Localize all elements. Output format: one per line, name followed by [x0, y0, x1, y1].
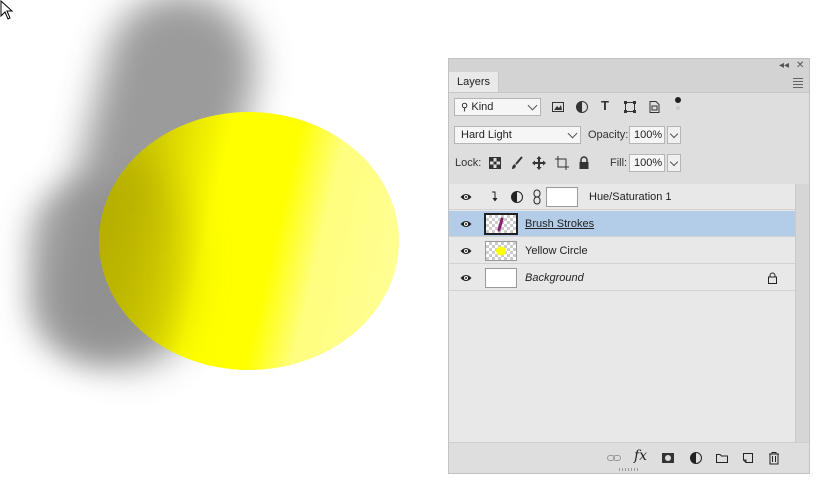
- panel-resize-grip[interactable]: [619, 468, 639, 471]
- panel-title-strip: ◂◂ ✕: [449, 59, 809, 72]
- yellow-circle-shape: [99, 112, 399, 370]
- opacity-dropdown-button[interactable]: [667, 126, 681, 144]
- lock-artboard-icon[interactable]: [555, 156, 569, 170]
- delete-layer-trash-icon[interactable]: [767, 451, 781, 465]
- layer-thumbnail[interactable]: [484, 213, 518, 235]
- fill-dropdown-button[interactable]: [667, 154, 681, 172]
- add-layer-mask-icon[interactable]: [661, 451, 675, 465]
- type-layer-filter-icon[interactable]: T: [601, 97, 609, 115]
- new-adjustment-layer-icon[interactable]: [689, 451, 703, 465]
- lock-image-pixels-icon[interactable]: [510, 156, 524, 170]
- visibility-eye-icon[interactable]: [460, 273, 472, 283]
- layer-name[interactable]: Brush Strokes: [525, 211, 594, 237]
- pixel-layer-filter-icon[interactable]: [551, 100, 565, 114]
- brush-stroke-thumbnail-icon: [497, 217, 504, 232]
- visibility-eye-icon[interactable]: [460, 246, 472, 256]
- panel-menu-icon[interactable]: [793, 76, 803, 90]
- visibility-eye-icon[interactable]: [460, 219, 472, 229]
- layers-panel: ◂◂ ✕ Layers ⚲ Kind T Hard Light Opacity:: [448, 58, 810, 474]
- layer-name[interactable]: Background: [525, 265, 584, 291]
- layers-list: Hue/Saturation 1 Brush Strokes Yellow Ci…: [449, 184, 795, 446]
- layer-name[interactable]: Yellow Circle: [525, 238, 588, 264]
- collapse-panel-icon[interactable]: ◂◂: [779, 60, 789, 71]
- lock-row: Lock: Fill: 100%: [449, 152, 809, 178]
- cursor-arrow-icon: [0, 0, 14, 20]
- layer-mask-thumbnail[interactable]: [546, 187, 578, 207]
- layer-row-yellow-circle[interactable]: Yellow Circle: [449, 238, 795, 264]
- shape-layer-filter-icon[interactable]: [623, 100, 637, 114]
- lock-position-icon[interactable]: [532, 156, 546, 170]
- layer-thumbnail[interactable]: [485, 268, 517, 288]
- search-icon: ⚲: [461, 102, 469, 113]
- document-canvas[interactable]: [0, 0, 448, 487]
- layers-scrollbar[interactable]: [795, 184, 809, 446]
- layer-style-fx-icon[interactable]: fx: [634, 448, 647, 464]
- link-layers-icon[interactable]: [607, 451, 621, 465]
- lock-all-icon[interactable]: [577, 156, 591, 170]
- fill-input[interactable]: 100%: [629, 154, 665, 172]
- new-layer-icon[interactable]: [741, 451, 755, 465]
- layers-bottom-toolbar: fx: [449, 442, 809, 473]
- layer-thumbnail[interactable]: [485, 241, 517, 261]
- lock-transparent-pixels-icon[interactable]: [488, 156, 502, 170]
- close-panel-icon[interactable]: ✕: [796, 60, 804, 71]
- new-group-folder-icon[interactable]: [715, 451, 729, 465]
- yellow-circle-thumbnail-icon: [496, 246, 506, 256]
- layer-row-background[interactable]: Background: [449, 265, 795, 291]
- layer-name[interactable]: Hue/Saturation 1: [589, 184, 672, 210]
- adjustment-layer-filter-icon[interactable]: [575, 100, 589, 114]
- layer-row-brush-strokes[interactable]: Brush Strokes: [449, 211, 795, 237]
- adjustment-layer-icon: [511, 191, 523, 203]
- smart-object-filter-icon[interactable]: [647, 100, 661, 114]
- layer-row-hue-saturation[interactable]: Hue/Saturation 1: [449, 184, 795, 210]
- filter-row: ⚲ Kind T: [449, 96, 809, 122]
- layer-locked-icon: [768, 272, 777, 284]
- blend-mode-select[interactable]: Hard Light: [454, 126, 581, 144]
- fill-label: Fill:: [610, 157, 628, 169]
- layer-mask-link-icon[interactable]: [533, 189, 541, 205]
- blend-row: Hard Light Opacity: 100%: [449, 124, 809, 150]
- lock-label: Lock:: [455, 157, 482, 169]
- panel-tab-row: Layers: [449, 72, 809, 93]
- blend-mode-label: Hard Light: [461, 129, 512, 141]
- filter-kind-label: Kind: [471, 101, 494, 113]
- opacity-input[interactable]: 100%: [629, 126, 665, 144]
- visibility-eye-icon[interactable]: [460, 192, 472, 202]
- opacity-label: Opacity:: [588, 129, 629, 141]
- filter-kind-select[interactable]: ⚲ Kind: [454, 98, 541, 116]
- filter-toggle-icon[interactable]: [671, 96, 685, 110]
- clipping-mask-arrow-icon: [492, 191, 498, 202]
- tab-layers[interactable]: Layers: [449, 72, 500, 92]
